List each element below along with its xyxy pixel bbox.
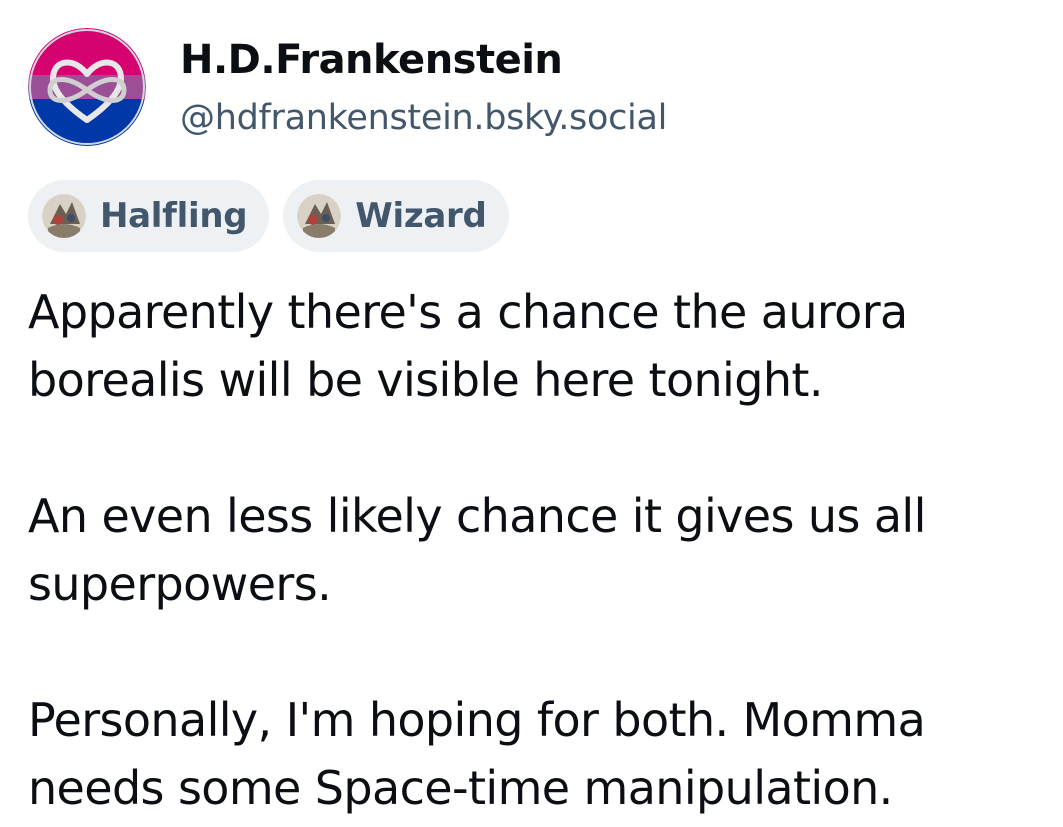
infinity-heart-icon <box>28 28 146 146</box>
post-body: Apparently there's a chance the aurora b… <box>28 278 1038 822</box>
post-paragraph: An even less likely chance it gives us a… <box>28 489 926 611</box>
post-paragraph: Personally, I'm hoping for both. Momma n… <box>28 693 926 815</box>
label-chip-wizard[interactable]: Wizard <box>283 180 509 252</box>
avatar[interactable] <box>28 28 146 146</box>
author-handle[interactable]: @hdfrankenstein.bsky.social <box>180 94 667 142</box>
post-card: H.D.Frankenstein @hdfrankenstein.bsky.so… <box>0 0 1063 827</box>
label-list: Halfling Wizard <box>28 180 509 252</box>
label-badge-icon <box>42 194 86 238</box>
label-text: Wizard <box>355 196 487 236</box>
post-paragraph: Apparently there's a chance the aurora b… <box>28 285 908 407</box>
label-chip-halfling[interactable]: Halfling <box>28 180 270 252</box>
author-display-name[interactable]: H.D.Frankenstein <box>180 34 563 86</box>
label-badge-icon <box>297 194 342 238</box>
label-text: Halfling <box>100 196 248 236</box>
